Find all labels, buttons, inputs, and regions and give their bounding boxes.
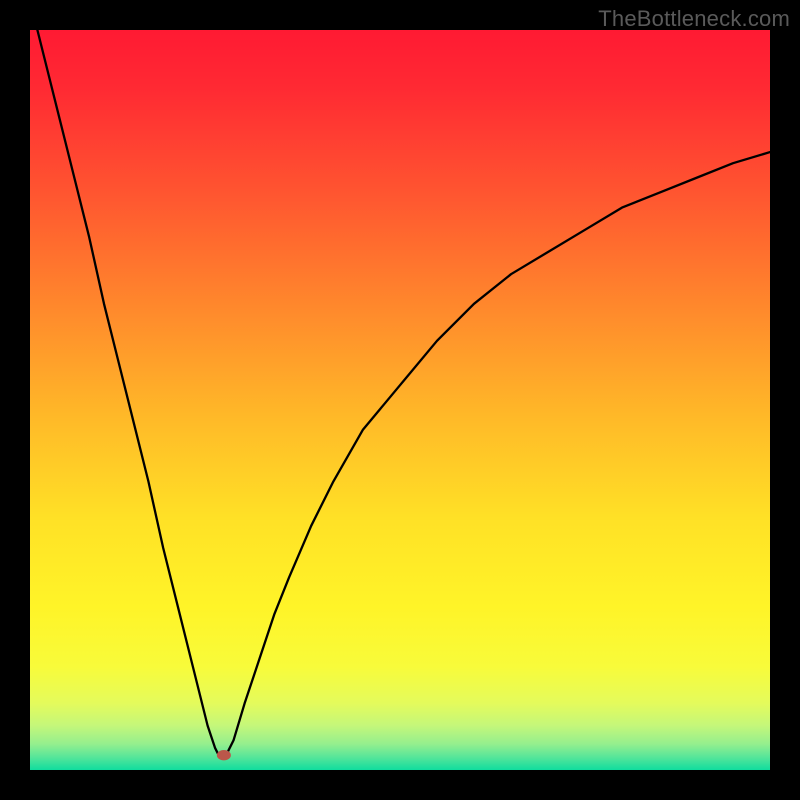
chart-frame: TheBottleneck.com bbox=[0, 0, 800, 800]
watermark-text: TheBottleneck.com bbox=[598, 6, 790, 32]
optimum-marker bbox=[217, 750, 231, 760]
plot-area bbox=[30, 30, 770, 770]
gradient-background bbox=[30, 30, 770, 770]
chart-svg bbox=[30, 30, 770, 770]
